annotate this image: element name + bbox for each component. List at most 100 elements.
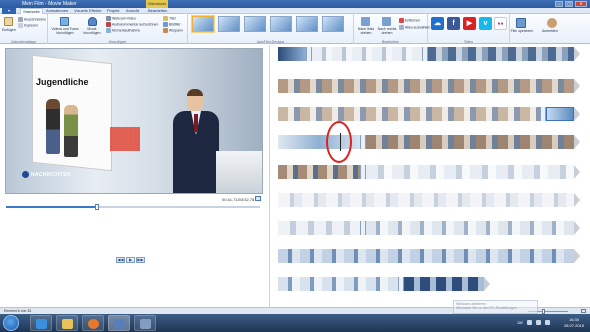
clip-strip[interactable] <box>278 277 490 291</box>
storyboard[interactable] <box>272 45 590 307</box>
share-group-label: Teilen <box>463 40 474 44</box>
clip-strip[interactable] <box>278 133 580 151</box>
taskbar-app-ie[interactable] <box>30 315 52 331</box>
fullscreen-icon[interactable] <box>255 196 261 201</box>
status-text: Element 6 von 33 <box>4 309 32 313</box>
theme-thumbnail[interactable] <box>296 16 318 32</box>
activation-notice: Windows aktivieren Wechseln Sie zu den P… <box>453 300 538 314</box>
sign-in-button[interactable]: Anmelden <box>542 29 558 33</box>
rotate-right-button[interactable]: Nach rechts drehen <box>376 27 398 35</box>
clip-strip[interactable] <box>278 107 580 121</box>
strip-end-arrow <box>574 193 580 207</box>
strip-end-arrow <box>574 165 580 179</box>
seek-thumb[interactable] <box>95 204 100 210</box>
person-figure <box>64 105 78 157</box>
news-anchor <box>169 89 223 193</box>
window-controls: – ▢ ✕ <box>555 1 587 7</box>
clip-strip[interactable] <box>278 249 580 263</box>
theme-thumbnail[interactable] <box>322 16 344 32</box>
remove-button[interactable]: Entfernen <box>399 18 420 23</box>
caption-icon <box>163 22 168 27</box>
theme-thumbnail[interactable] <box>218 16 240 32</box>
thumbnail-size-icon[interactable] <box>581 309 586 313</box>
clip-segment[interactable] <box>404 277 484 291</box>
theme-thumbnail[interactable] <box>244 16 266 32</box>
snapshot-label: Momentaufnahme <box>112 28 141 33</box>
copy-button[interactable]: Kopieren <box>18 23 38 28</box>
clip-segment-selected[interactable] <box>546 107 574 121</box>
cut-button[interactable]: Ausschneiden <box>18 17 46 22</box>
context-tab-label[interactable]: Videotools <box>146 0 168 8</box>
clip-strip[interactable] <box>278 221 580 235</box>
clip-segment[interactable] <box>312 47 422 61</box>
skydrive-icon[interactable]: ☁ <box>431 17 444 30</box>
clip-strip[interactable] <box>278 165 580 179</box>
taskbar-app-firefox[interactable] <box>82 315 104 331</box>
taskbar-app[interactable] <box>134 315 156 331</box>
title-button[interactable]: Titel <box>163 16 175 21</box>
clip-strip[interactable] <box>278 193 580 207</box>
clip-segment[interactable] <box>366 221 574 235</box>
next-frame-button[interactable]: ▶▶ <box>136 257 145 263</box>
clip-strip[interactable] <box>278 79 580 93</box>
theme-thumbnail[interactable] <box>192 16 214 32</box>
rotate-left-button[interactable]: Nach links drehen <box>355 27 377 35</box>
clip-strip[interactable] <box>278 47 580 61</box>
remove-icon <box>399 18 404 23</box>
previous-frame-button[interactable]: ◀◀ <box>116 257 125 263</box>
seek-bar[interactable] <box>6 204 260 210</box>
save-movie-button[interactable]: Film speichern <box>510 29 534 33</box>
credits-button[interactable]: Abspann <box>163 28 183 33</box>
video-preview[interactable]: Jugendliche NACHRICHTEN <box>5 48 263 194</box>
copy-icon <box>18 23 23 28</box>
clip-segment[interactable] <box>278 193 574 207</box>
clip-segment[interactable] <box>278 221 360 235</box>
volume-icon[interactable] <box>545 320 550 325</box>
remove-label: Entfernen <box>405 18 421 23</box>
snapshot-button[interactable]: Momentaufnahme <box>106 28 140 33</box>
clock[interactable]: 16:30 28.07.2015 <box>564 317 584 329</box>
caption-button[interactable]: Bildtitel <box>163 22 180 27</box>
clipboard-group-label: Zwischenablage <box>10 40 37 44</box>
flickr-icon[interactable]: ●● <box>494 17 507 30</box>
facebook-icon[interactable]: f <box>447 17 460 30</box>
youtube-icon[interactable]: ▶ <box>463 17 476 30</box>
start-button[interactable] <box>3 315 19 331</box>
play-button[interactable]: ▶ <box>126 257 135 263</box>
select-all-icon <box>399 25 404 30</box>
annotation-circle <box>326 121 352 163</box>
add-video-button[interactable]: Videos und Fotos hinzufügen <box>50 27 80 35</box>
theme-thumbnail[interactable] <box>270 16 292 32</box>
webcam-label: Webcam-Video <box>112 16 136 21</box>
taskbar-app-moviemaker[interactable] <box>108 315 130 331</box>
clip-segment[interactable] <box>278 277 398 291</box>
clip-segment[interactable] <box>366 165 574 179</box>
vimeo-icon[interactable]: v <box>479 17 492 30</box>
network-icon[interactable] <box>536 320 541 325</box>
clip-segment[interactable] <box>278 47 306 61</box>
overlay-title: Jugendliche <box>36 77 89 87</box>
arrow-up-icon[interactable] <box>527 320 532 325</box>
minimize-button[interactable]: – <box>555 1 563 7</box>
clip-segment[interactable] <box>366 135 574 149</box>
add-video-icon <box>60 17 69 26</box>
editing-group-label: Bearbeiten <box>382 40 399 44</box>
maximize-button[interactable]: ▢ <box>565 1 573 7</box>
clip-segment[interactable] <box>278 249 574 263</box>
webcam-button[interactable]: Webcam-Video <box>106 16 136 21</box>
clip-segment[interactable] <box>278 79 574 93</box>
clip-segment[interactable] <box>278 165 360 179</box>
taskbar-app-explorer[interactable] <box>56 315 78 331</box>
select-all-button[interactable]: Alles auswählen <box>399 25 430 30</box>
clip-segment[interactable] <box>428 47 574 61</box>
language-indicator[interactable]: DE <box>517 320 523 325</box>
credits-label: Abspann <box>169 28 183 33</box>
editing-group: Nach links drehen Nach rechts drehen Ent… <box>354 14 430 44</box>
close-button[interactable]: ✕ <box>575 1 587 7</box>
narration-button[interactable]: Audiokommentar aufzeichnen <box>106 22 158 27</box>
add-music-button[interactable]: Musik hinzufügen <box>81 27 103 35</box>
paste-button[interactable]: Einfügen <box>2 28 16 32</box>
taskbar: DE 16:30 28.07.2015 <box>0 314 590 332</box>
clip-segment[interactable] <box>278 107 540 121</box>
timecode: 00:41,71/03:52,78 <box>222 197 255 202</box>
